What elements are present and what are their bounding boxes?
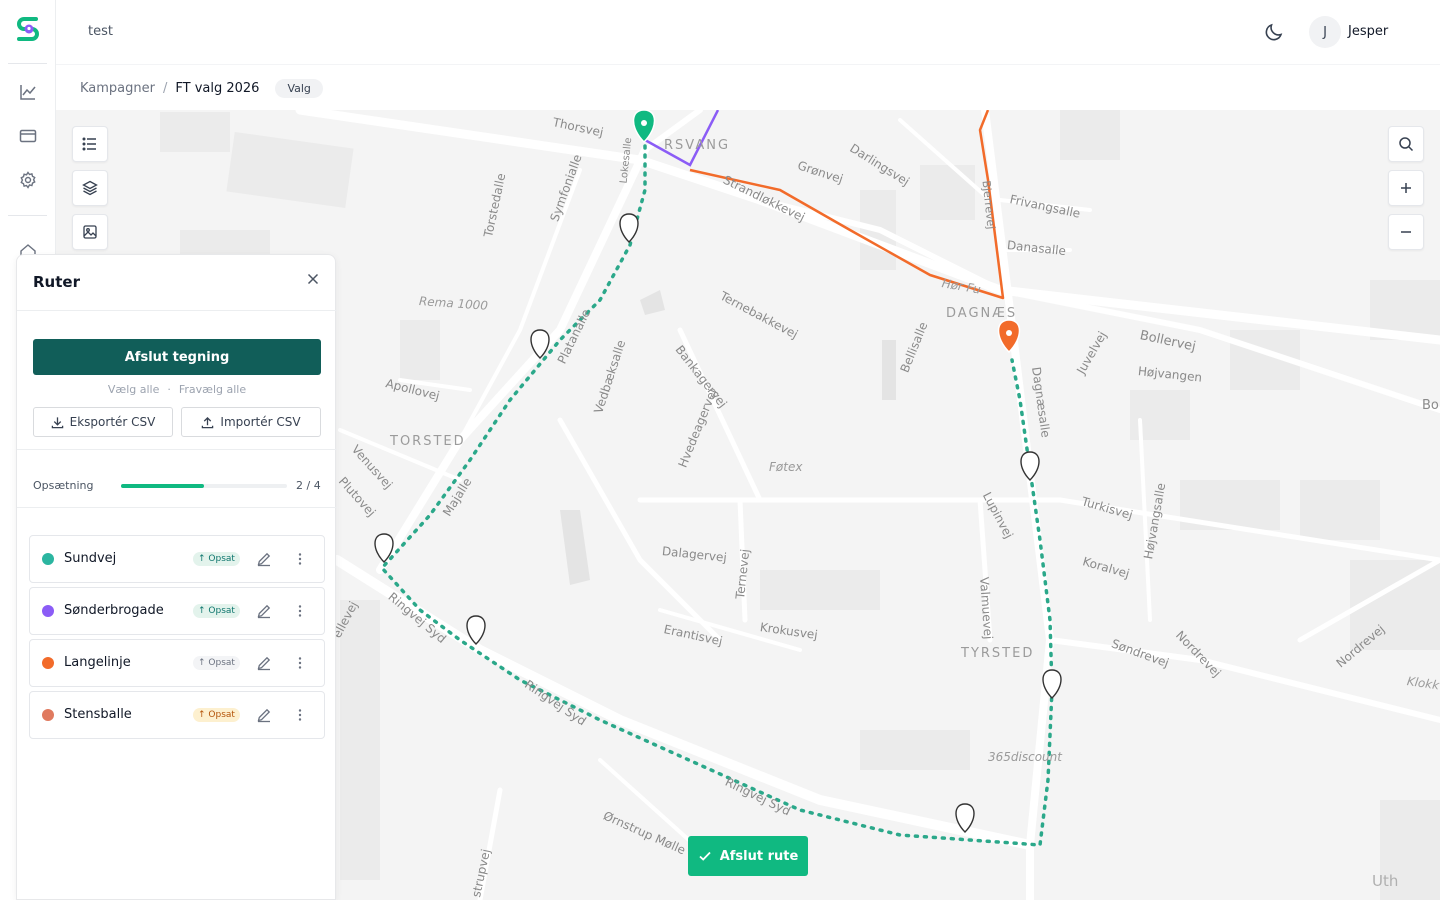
top-header: test J Jesper — [56, 0, 1440, 64]
edit-pencil-icon[interactable] — [256, 603, 272, 619]
route-name: Stensballe — [64, 707, 132, 722]
rail-divider — [8, 215, 47, 216]
rail-divider — [8, 63, 47, 64]
export-csv-label: Eksportér CSV — [69, 415, 156, 429]
selection-separator: · — [167, 383, 171, 396]
route-color-dot — [42, 657, 54, 669]
panel-divider — [17, 310, 337, 311]
breadcrumb-separator: / — [162, 81, 168, 96]
upload-icon — [202, 416, 214, 428]
route-row-stensballe[interactable]: Stensballe ↑ Opsat — [29, 691, 325, 739]
area-label: RSVANG — [664, 138, 731, 153]
poi-label: Føtex — [769, 460, 803, 474]
close-icon[interactable] — [305, 271, 321, 287]
finish-drawing-button[interactable]: Afslut tegning — [33, 339, 321, 375]
breadcrumb: Kampagner / FT valg 2026 Valg — [80, 79, 323, 98]
dark-mode-moon-icon[interactable] — [1262, 20, 1286, 44]
area-label: Uth — [1372, 872, 1399, 890]
street-label: Bo — [1422, 398, 1439, 413]
breadcrumb-current: FT valg 2026 — [175, 81, 260, 96]
settings-gear-icon[interactable] — [16, 168, 40, 192]
route-row-sundvej[interactable]: Sundvej ↑ Opsat — [29, 535, 325, 583]
setup-count: 2 / 4 — [296, 479, 321, 492]
edit-pencil-icon[interactable] — [256, 551, 272, 567]
route-name: Langelinje — [64, 655, 131, 670]
route-status-badge: ↑ Opsat — [193, 708, 240, 722]
layers-icon[interactable] — [72, 170, 108, 206]
breadcrumb-bar: Kampagner / FT valg 2026 Valg — [56, 64, 1440, 110]
route-color-dot — [42, 709, 54, 721]
export-csv-button[interactable]: Eksportér CSV — [33, 407, 173, 437]
search-icon[interactable] — [1388, 126, 1424, 162]
setup-progress-fill — [121, 484, 204, 488]
card-icon[interactable] — [16, 124, 40, 148]
area-label: TYRSTED — [961, 646, 1035, 661]
route-row-sonderbrogade[interactable]: Sønderbrogade ↑ Opsat — [29, 587, 325, 635]
user-avatar[interactable]: J — [1309, 16, 1341, 48]
deselect-all-link[interactable]: Fravælg alle — [179, 383, 246, 396]
image-icon[interactable] — [72, 214, 108, 250]
workspace-name[interactable]: test — [88, 24, 113, 39]
poi-label: 365discount — [988, 750, 1062, 764]
route-name: Sønderbrogade — [64, 603, 164, 618]
finish-route-button[interactable]: Afslut rute — [688, 836, 808, 876]
analytics-icon[interactable] — [16, 80, 40, 104]
zoom-out-icon[interactable] — [1388, 214, 1424, 250]
route-color-dot — [42, 605, 54, 617]
area-label: TORSTED — [390, 434, 466, 449]
route-row-langelinje[interactable]: Langelinje ↑ Opsat — [29, 639, 325, 687]
more-options-icon[interactable] — [292, 655, 308, 671]
route-status-badge: ↑ Opsat — [193, 552, 240, 566]
route-color-dot — [42, 553, 54, 565]
finish-route-label: Afslut rute — [719, 848, 799, 864]
app-logo-icon[interactable] — [14, 14, 42, 42]
list-view-icon[interactable] — [72, 126, 108, 162]
user-name[interactable]: Jesper — [1348, 24, 1388, 39]
panel-divider — [17, 449, 337, 450]
panel-title: Ruter — [33, 273, 80, 291]
check-icon — [699, 851, 711, 861]
route-name: Sundvej — [64, 551, 117, 566]
panel-divider — [17, 507, 337, 508]
select-all-link[interactable]: Vælg alle — [108, 383, 159, 396]
more-options-icon[interactable] — [292, 603, 308, 619]
routes-panel: Ruter Afslut tegning Vælg alle · Fravælg a… — [16, 254, 337, 900]
edit-pencil-icon[interactable] — [256, 707, 272, 723]
download-icon — [51, 416, 63, 428]
route-status-badge: ↑ Opsat — [193, 604, 240, 618]
route-status-badge: ↑ Opsat — [193, 656, 240, 670]
import-csv-button[interactable]: Importér CSV — [181, 407, 321, 437]
more-options-icon[interactable] — [292, 707, 308, 723]
breadcrumb-parent-link[interactable]: Kampagner — [80, 81, 155, 96]
area-label: DAGNÆS — [946, 306, 1018, 321]
selection-row: Vælg alle · Fravælg alle — [17, 383, 337, 396]
setup-label: Opsætning — [33, 479, 94, 492]
more-options-icon[interactable] — [292, 551, 308, 567]
campaign-type-badge: Valg — [275, 79, 323, 98]
zoom-in-icon[interactable] — [1388, 170, 1424, 206]
import-csv-label: Importér CSV — [220, 415, 301, 429]
edit-pencil-icon[interactable] — [256, 655, 272, 671]
setup-progress-bar — [121, 484, 287, 488]
